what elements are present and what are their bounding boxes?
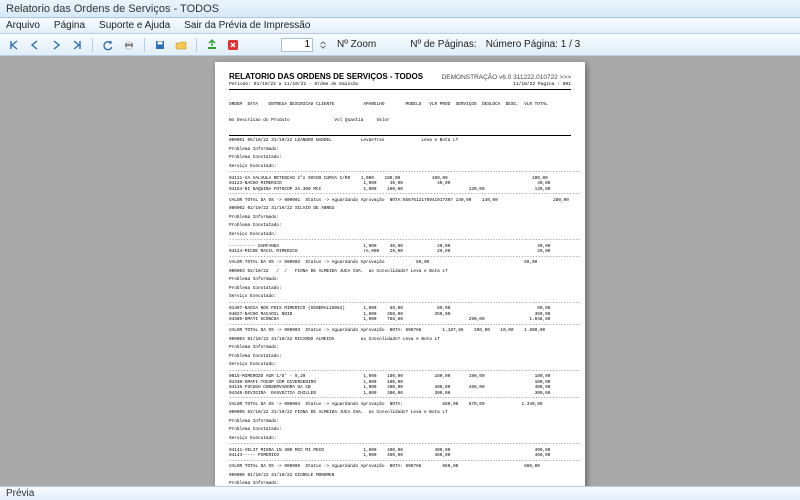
print-button[interactable] [121,37,137,53]
window-titlebar: Relatorio das Ordens de Serviços - TODOS [0,0,800,18]
label-servico-executado: Serviço Executado: [229,232,571,238]
report-body: 000001 05/10/22 31/10/22 LEANDRO NADDEL … [229,138,571,486]
export-button[interactable] [204,37,220,53]
menu-pagina[interactable]: Página [54,20,85,31]
order-total: VALOR TOTAL DA OS -> 000003 Status -> Ag… [229,328,571,334]
next-page-button[interactable] [48,37,64,53]
page-stepper[interactable] [318,37,328,53]
report-date-page: 11/10/22 Pagina : 001 [513,82,571,88]
label-servico-executado: Serviço Executado: [229,164,571,170]
order-header: 000005 02/10/22 31/10/22 FIONA DE ALMEID… [229,410,571,416]
page-indicator: Número Página: 1 / 3 [486,39,581,50]
order-header: 000001 05/10/22 31/10/22 LEANDRO NADDEL … [229,138,571,144]
report-page: RELATORIO DAS ORDENS DE SERVIÇOS - TODOS… [215,62,585,486]
report-title: RELATORIO DAS ORDENS DE SERVIÇOS - TODOS [229,72,423,82]
toolbar-separator [196,38,197,52]
order-header: 000004 01/10/22 31/10/22 RICARDO ALMEIDA… [229,337,571,343]
label-problema-informado: Problema Informado: [229,277,571,283]
order-total: VALOR TOTAL DA OS -> 000005 Status -> Ag… [229,464,571,470]
order-total: VALOR TOTAL DA OS -> 000004 Status -> Ag… [229,402,571,408]
menu-sair[interactable]: Sair da Prévia de Impressão [184,20,310,31]
label-problema-constatado: Problema Constatado: [229,354,571,360]
page-number-input[interactable] [281,38,313,52]
save-button[interactable] [152,37,168,53]
label-servico-executado: Serviço Executado: [229,294,571,300]
preview-viewport: RELATORIO DAS ORDENS DE SERVIÇOS - TODOS… [0,56,800,486]
menu-arquivo[interactable]: Arquivo [6,20,40,31]
label-problema-informado: Problema Informado: [229,215,571,221]
open-button[interactable] [173,37,189,53]
label-servico-executado: Serviço Executado: [229,362,571,368]
order-header: 000003 02/10/22 / / FIONA DE ALMEIDA JUC… [229,269,571,275]
pages-label: Nº de Páginas: [410,39,476,50]
zoom-label: Nº Zoom [337,39,376,50]
label-servico-executado: Serviço Executado: [229,436,571,442]
close-preview-button[interactable] [225,37,241,53]
order-total: VALOR TOTAL DA OS -> 000001 Status -> Ag… [229,198,571,204]
status-text: Prévia [6,488,34,499]
label-problema-constatado: Problema Constatado: [229,155,571,161]
label-problema-constatado: Problema Constatado: [229,427,571,433]
report-columns: ORDEM DATA ENTREGA DESCRICAO CLIENTE APA… [229,91,571,137]
order-total: VALOR TOTAL DA OS -> 000002 Status -> Ag… [229,260,571,266]
order-header: 000002 02/10/22 31/10/22 SILVIO DE ABREU [229,206,571,212]
report-demo: DEMONSTRAÇÃO v6.0 311222.010722 >>> [442,74,571,82]
label-problema-constatado: Problema Constatado: [229,223,571,229]
first-page-button[interactable] [6,37,22,53]
refresh-button[interactable] [100,37,116,53]
label-problema-informado: Problema Informado: [229,419,571,425]
report-period: Periodo: 01/10/22 a 11/10/22 - Ordem de … [229,82,359,88]
label-problema-informado: Problema Informado: [229,345,571,351]
menu-suporte[interactable]: Suporte e Ajuda [99,20,170,31]
order-header: 000006 01/10/22 31/10/22 GIGRELE MONOMEN [229,473,571,479]
toolbar-separator [144,38,145,52]
menubar: Arquivo Página Suporte e Ajuda Sair da P… [0,18,800,34]
prev-page-button[interactable] [27,37,43,53]
label-problema-constatado: Problema Constatado: [229,286,571,292]
toolbar: Nº Zoom Nº de Páginas: Número Página: 1 … [0,34,800,56]
toolbar-separator [92,38,93,52]
label-problema-informado: Problema Informado: [229,147,571,153]
last-page-button[interactable] [69,37,85,53]
window-title: Relatorio das Ordens de Serviços - TODOS [6,3,219,15]
statusbar: Prévia [0,486,800,500]
